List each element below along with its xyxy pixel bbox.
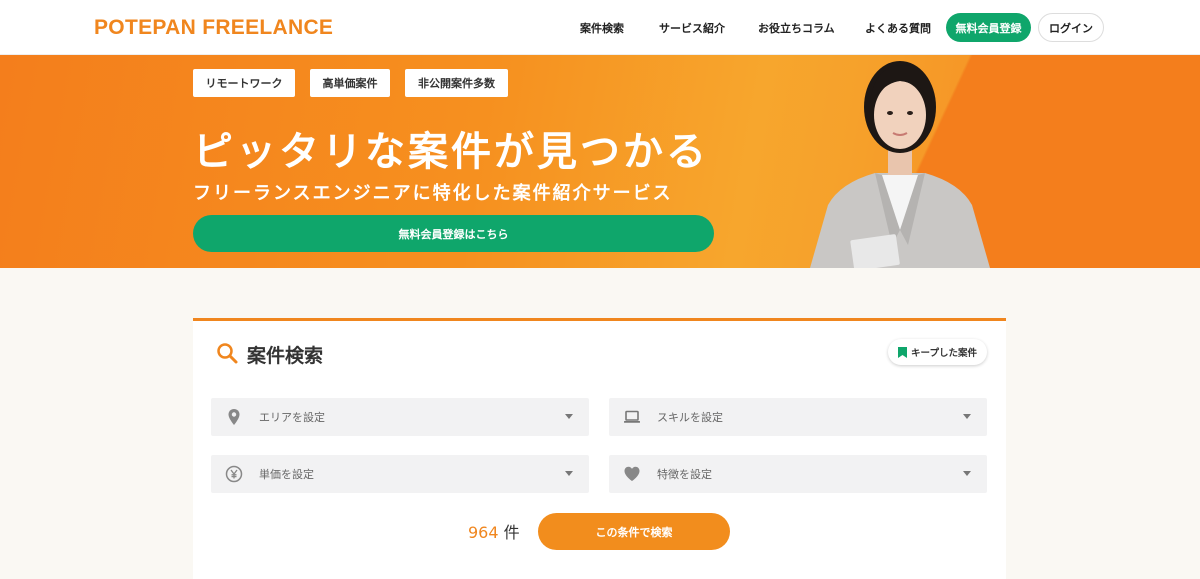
price-select-value: 単価を設定	[259, 468, 314, 481]
hero-subtitle: フリーランスエンジニアに特化した案件紹介サービス	[193, 183, 673, 204]
price-select[interactable]: 単価を設定	[211, 455, 589, 493]
register-button[interactable]: 無料会員登録	[946, 13, 1031, 42]
nav-faq[interactable]: よくある質問	[865, 20, 931, 36]
site-header: POTEPAN FREELANCE 案件検索 サービス紹介 お役立ちコラム よく…	[0, 0, 1200, 55]
hero-title: ピッタリな案件が見つかる	[193, 129, 709, 175]
search-icon	[217, 343, 238, 364]
area-select[interactable]: エリアを設定	[211, 398, 589, 436]
search-submit-button[interactable]: この条件で検索	[538, 513, 730, 550]
result-count-number: 964	[468, 523, 499, 542]
skill-select[interactable]: スキルを設定	[609, 398, 987, 436]
kept-jobs-button[interactable]: キープした案件	[888, 339, 987, 365]
feature-select-value: 特徴を設定	[657, 468, 712, 481]
yen-icon	[225, 465, 243, 483]
tag-private-jobs: 非公開案件多数	[405, 69, 508, 97]
hero-banner: リモートワーク 高単価案件 非公開案件多数 ピッタリな案件が見つかる フリーラン…	[0, 55, 1200, 268]
chevron-down-icon	[963, 414, 971, 419]
result-count-unit: 件	[503, 523, 520, 542]
nav-job-search[interactable]: 案件検索	[580, 20, 624, 36]
nav-column[interactable]: お役立ちコラム	[758, 20, 835, 36]
tag-remote-work: リモートワーク	[193, 69, 295, 97]
model-photo	[810, 61, 990, 268]
chevron-down-icon	[565, 414, 573, 419]
login-button[interactable]: ログイン	[1038, 13, 1104, 42]
result-count: 964 件	[468, 519, 520, 543]
tag-high-price: 高単価案件	[310, 69, 390, 97]
bookmark-icon	[898, 346, 908, 358]
search-panel-title: 案件検索	[247, 345, 324, 367]
chevron-down-icon	[963, 471, 971, 476]
laptop-icon	[624, 410, 640, 423]
heart-icon	[624, 466, 640, 481]
chevron-down-icon	[565, 471, 573, 476]
skill-select-value: スキルを設定	[657, 411, 723, 424]
location-pin-icon	[228, 409, 240, 425]
kept-jobs-label: キープした案件	[911, 348, 977, 359]
hero-register-button[interactable]: 無料会員登録はこちら	[193, 215, 714, 252]
site-logo[interactable]: POTEPAN FREELANCE	[94, 16, 333, 40]
nav-service-intro[interactable]: サービス紹介	[659, 20, 725, 36]
search-panel: 案件検索 キープした案件 エリアを設定 スキルを設定 単価を設定 特徴を設定 9…	[193, 318, 1006, 579]
feature-select[interactable]: 特徴を設定	[609, 455, 987, 493]
area-select-value: エリアを設定	[259, 411, 325, 424]
